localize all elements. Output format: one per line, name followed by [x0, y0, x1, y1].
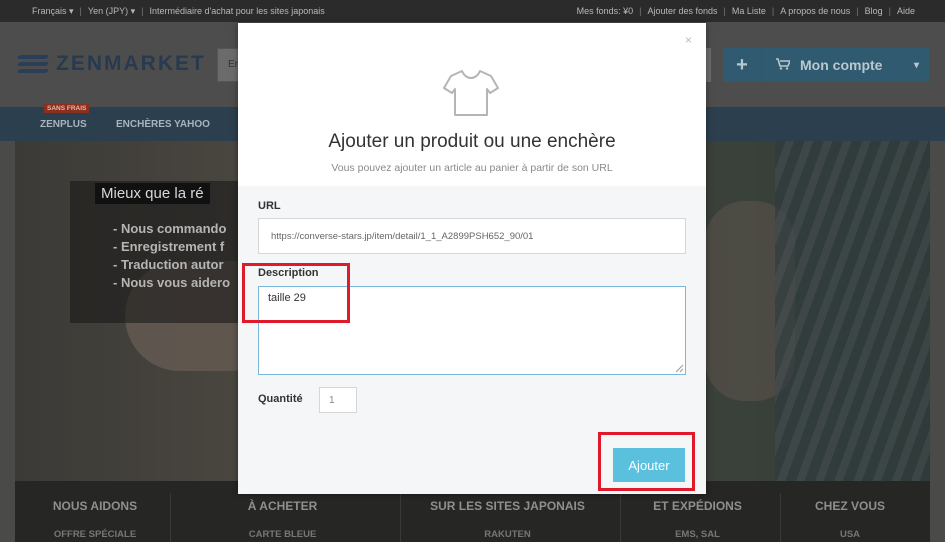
search-button-edge: [706, 48, 711, 82]
modal-subtitle: Vous pouvez ajouter un article au panier…: [331, 162, 613, 174]
resize-handle-icon[interactable]: [675, 364, 684, 373]
quantity-label: Quantité: [258, 393, 303, 405]
url-label: URL: [258, 200, 281, 212]
cart-icon: [776, 57, 792, 73]
no-fee-badge: SANS FRAIS: [44, 104, 90, 113]
step-link[interactable]: RAKUTEN: [420, 529, 595, 540]
hero-bullet: - Traduction autor: [113, 257, 224, 272]
add-button-highlight: [598, 432, 695, 491]
step-link[interactable]: EMS, SAL: [640, 529, 755, 540]
help-link[interactable]: Aide: [897, 6, 915, 16]
step-title: ET EXPÉDIONS: [653, 499, 742, 513]
hero-bullets: - Nous commando - Enregistrement f - Tra…: [113, 220, 230, 292]
description-highlight: [242, 263, 350, 323]
tagline: Intermédiaire d'achat pour les sites jap…: [149, 6, 325, 16]
hero-bullet: - Nous commando: [113, 221, 227, 236]
logo-icon: [16, 53, 50, 75]
chevron-down-icon: ▾: [913, 59, 919, 71]
about-link[interactable]: A propos de nous: [780, 6, 850, 16]
nav-item-zenplus[interactable]: ZENPLUS: [40, 119, 87, 130]
step-title: NOUS AIDONS: [52, 499, 138, 513]
language-selector[interactable]: Français ▾: [32, 6, 74, 17]
blog-link[interactable]: Blog: [865, 6, 883, 16]
nav-item-yahoo-auctions[interactable]: ENCHÈRES YAHOO: [116, 119, 210, 130]
logo-text: ZENMARKET: [56, 52, 206, 75]
close-icon[interactable]: ×: [685, 33, 692, 47]
step-link[interactable]: USA: [795, 529, 905, 540]
wishlist-link[interactable]: Ma Liste: [732, 6, 766, 16]
top-bar: Français ▾ | Yen (JPY) ▾ | Intermédiaire…: [0, 0, 945, 22]
quantity-input[interactable]: [319, 387, 357, 413]
logo[interactable]: ZENMARKET: [16, 52, 206, 76]
tshirt-icon: [443, 70, 499, 116]
account-label: Mon compte: [800, 57, 883, 73]
add-product-modal: × Ajouter un produit ou une enchère Vous…: [238, 23, 706, 494]
modal-title: Ajouter un produit ou une enchère: [328, 131, 616, 152]
currency-selector[interactable]: Yen (JPY) ▾: [88, 6, 135, 17]
language-label: Français: [32, 6, 67, 16]
url-input[interactable]: [258, 218, 686, 254]
step-title: CHEZ VOUS: [814, 499, 885, 513]
hero-title: Mieux que la ré: [95, 183, 210, 204]
account-button[interactable]: Mon compte ▾: [762, 48, 929, 82]
add-product-button[interactable]: +: [723, 48, 761, 82]
step-link[interactable]: OFFRE SPÉCIALE: [35, 529, 155, 540]
hero-bullet: - Enregistrement f: [113, 239, 225, 254]
add-funds-link[interactable]: Ajouter des fonds: [647, 6, 717, 16]
step-title: À ACHETER: [247, 499, 318, 513]
step-link[interactable]: CARTE BLEUE: [220, 529, 345, 540]
step-title: SUR LES SITES JAPONAIS: [430, 499, 585, 513]
funds-link[interactable]: Mes fonds: ¥0: [577, 6, 634, 16]
currency-label: Yen (JPY): [87, 6, 129, 16]
hero-bullet: - Nous vous aidero: [113, 275, 231, 290]
